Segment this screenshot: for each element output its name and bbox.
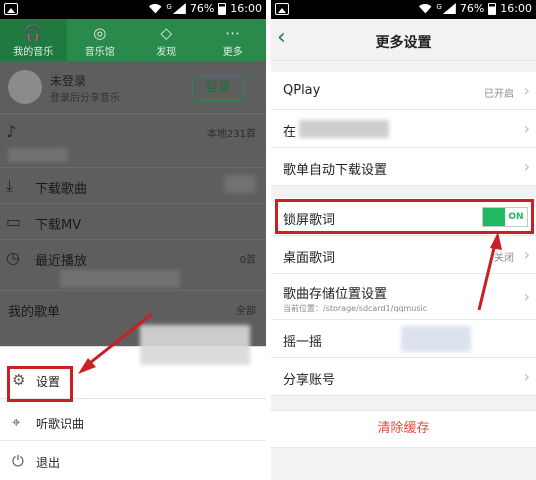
sheet-item-exit[interactable]: ⏻ 退出 xyxy=(0,442,266,480)
setting-label: 歌单自动下载设置 xyxy=(283,163,388,178)
wifi-icon xyxy=(148,4,162,14)
tab-label: 音乐馆 xyxy=(84,47,115,58)
setting-label: 分享账号 xyxy=(283,373,336,388)
menu-download-mv[interactable]: ▭ 下载MV xyxy=(0,203,266,239)
gallery-icon xyxy=(275,3,289,15)
clock: 16:00 xyxy=(230,2,262,15)
recent-count: 0首 xyxy=(239,255,256,266)
playlist-all: 全部 xyxy=(236,306,256,317)
status-bar: G 76% 16:00 xyxy=(0,0,266,19)
setting-label: 摇一摇 xyxy=(283,335,323,350)
chevron-right-icon: › xyxy=(523,287,530,306)
setting-label: 在 xyxy=(283,125,297,140)
setting-shake[interactable]: 摇一摇 xyxy=(271,320,536,358)
setting-label: 歌曲存储位置设置 xyxy=(283,287,388,302)
setting-value: 已开启 xyxy=(484,89,514,100)
tab-more[interactable]: ⋯ 更多 xyxy=(200,19,267,61)
blurred-region xyxy=(60,270,180,288)
power-icon: ⏻ xyxy=(12,452,24,470)
video-icon: ▭ xyxy=(6,212,22,231)
tab-label: 我的音乐 xyxy=(13,47,54,58)
sheet-label: 退出 xyxy=(36,456,61,470)
tab-my-music[interactable]: 🎧 我的音乐 xyxy=(0,19,67,61)
user-name: 未登录 xyxy=(50,74,87,88)
blurred-region xyxy=(401,326,471,352)
tab-label: 发现 xyxy=(156,47,177,58)
download-icon: ⤓ xyxy=(6,176,14,195)
screenshot: G 76% 16:00 🎧 我的音乐 ◎ 音乐馆 ◇ 发现 ⋯ 更多 未登录 登… xyxy=(0,0,536,480)
gallery-icon xyxy=(4,3,18,15)
sheet-label: 听歌识曲 xyxy=(36,417,85,431)
chevron-right-icon: › xyxy=(523,157,530,176)
user-subtitle: 登录后分享音乐 xyxy=(50,93,120,104)
my-music-screen: G 76% 16:00 🎧 我的音乐 ◎ 音乐馆 ◇ 发现 ⋯ 更多 未登录 登… xyxy=(0,0,266,480)
local-count: 本地231首 xyxy=(206,129,256,140)
login-button[interactable]: 登录 xyxy=(192,75,244,101)
setting-desktop-lyrics[interactable]: 桌面歌词 关闭 › xyxy=(271,236,536,274)
section-gap xyxy=(271,448,536,480)
highlight-box-settings xyxy=(7,366,73,402)
chevron-right-icon: › xyxy=(523,245,530,264)
setting-storage-location[interactable]: 歌曲存储位置设置 当前位置：/storage/sdcard1/qqmusic › xyxy=(271,274,536,320)
playlist-label: 我的歌单 xyxy=(8,305,61,320)
music-note-icon: ♪ xyxy=(6,122,17,141)
setting-label: 桌面歌词 xyxy=(283,251,336,266)
sheet-item-recognize[interactable]: ⌖ 听歌识曲 xyxy=(0,403,266,441)
chevron-right-icon: › xyxy=(523,367,530,386)
headphones-icon: 🎧 xyxy=(23,24,43,42)
compass-icon: ◇ xyxy=(160,24,173,42)
top-tab-bar: 🎧 我的音乐 ◎ 音乐馆 ◇ 发现 ⋯ 更多 xyxy=(0,19,266,61)
clock-icon: ◷ xyxy=(6,248,20,267)
page-title: 更多设置 xyxy=(375,35,432,51)
signal-icon xyxy=(172,3,186,14)
user-card[interactable]: 未登录 登录后分享音乐 登录 xyxy=(0,61,266,113)
tab-discover[interactable]: ◇ 发现 xyxy=(133,19,200,61)
menu-label: 下载歌曲 xyxy=(35,182,88,197)
section-gap xyxy=(271,186,536,198)
blurred-region xyxy=(8,148,68,162)
chevron-right-icon: › xyxy=(523,119,530,138)
location-pin-icon: ⌖ xyxy=(12,413,21,431)
highlight-box-lockscreen-lyrics xyxy=(275,199,534,234)
battery-icon xyxy=(218,2,227,15)
setting-blurred[interactable]: 在 › xyxy=(271,110,536,148)
clock: 16:00 xyxy=(500,2,532,15)
storage-path: 当前位置：/storage/sdcard1/qqmusic xyxy=(283,304,428,313)
clear-cache-button[interactable]: 清除缓存 xyxy=(271,410,536,448)
battery-icon xyxy=(488,2,497,15)
header-bar: ‹ 更多设置 xyxy=(271,19,536,61)
menu-label: 下载MV xyxy=(35,218,82,233)
section-gap xyxy=(271,396,536,410)
disc-icon: ◎ xyxy=(93,24,107,42)
more-settings-screen: G 76% 16:00 ‹ 更多设置 QPlay 已开启 › 在 › 歌单自动下… xyxy=(271,0,536,480)
battery-percent: 76% xyxy=(189,2,215,15)
signal-icon xyxy=(442,3,456,14)
avatar[interactable] xyxy=(8,70,42,104)
tab-music-hall[interactable]: ◎ 音乐馆 xyxy=(67,19,134,61)
blurred-region xyxy=(299,120,389,138)
blurred-region xyxy=(140,325,250,365)
setting-share-account[interactable]: 分享账号 › xyxy=(271,358,536,396)
section-gap xyxy=(271,62,536,72)
setting-value: 关闭 xyxy=(494,253,514,264)
blurred-region xyxy=(225,175,255,193)
more-icon: ⋯ xyxy=(225,24,241,42)
setting-label: QPlay xyxy=(283,83,321,98)
network-type: G xyxy=(166,2,172,11)
wifi-icon xyxy=(418,4,432,14)
battery-percent: 76% xyxy=(459,2,485,15)
network-type: G xyxy=(436,2,442,11)
local-music-row[interactable]: ♪ 本地231首 xyxy=(0,113,266,149)
menu-label: 最近播放 xyxy=(35,254,88,269)
setting-qplay[interactable]: QPlay 已开启 › xyxy=(271,72,536,110)
status-bar: G 76% 16:00 xyxy=(271,0,536,19)
setting-playlist-auto-download[interactable]: 歌单自动下载设置 › xyxy=(271,148,536,186)
chevron-right-icon: › xyxy=(523,81,530,100)
tab-label: 更多 xyxy=(222,47,243,58)
my-playlists-row[interactable]: 我的歌单 全部 xyxy=(0,290,266,326)
